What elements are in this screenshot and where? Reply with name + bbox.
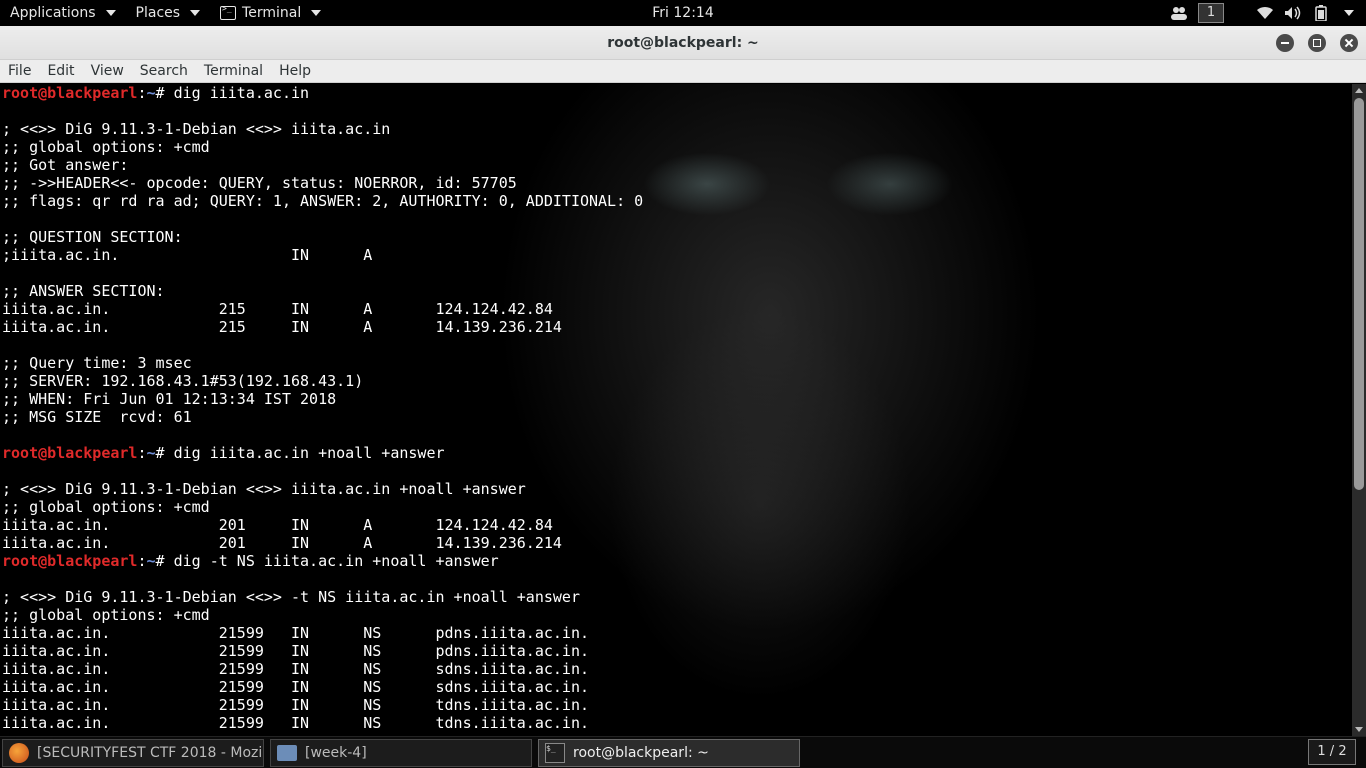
terminal-command-line: root@blackpearl:~# dig iiita.ac.in +noal… [2, 444, 643, 462]
task-label: root@blackpearl: ~ [573, 744, 709, 761]
terminal-output-line: iiita.ac.in. 21599 IN NS tdns.iiita.ac.i… [2, 696, 589, 714]
terminal-output-line: iiita.ac.in. 21599 IN NS pdns.iiita.ac.i… [2, 642, 589, 660]
terminal-output-line: iiita.ac.in. 215 IN A 124.124.42.84 [2, 300, 553, 318]
prompt-path: ~ [146, 552, 156, 570]
terminal-output-line: ;; flags: qr rd ra ad; QUERY: 1, ANSWER:… [2, 192, 644, 210]
scroll-down-icon[interactable] [1355, 727, 1363, 732]
terminal-output-line: iiita.ac.in. 21599 IN NS pdns.iiita.ac.i… [2, 624, 589, 642]
vertical-scrollbar[interactable] [1352, 84, 1366, 736]
terminal-output: root@blackpearl:~# dig iiita.ac.in; <<>>… [2, 84, 643, 732]
terminal-app-menu[interactable]: Terminal [210, 0, 331, 26]
task-label: [SECURITYFEST CTF 2018 - Mozill... [37, 744, 264, 761]
prompt-user: root@blackpearl [2, 552, 138, 570]
terminal-output-line: iiita.ac.in. 21599 IN NS tdns.iiita.ac.i… [2, 714, 589, 732]
terminal-output-line: ;; ->>HEADER<<- opcode: QUERY, status: N… [2, 174, 517, 192]
terminal-output-line: ; <<>> DiG 9.11.3-1-Debian <<>> iiita.ac… [2, 120, 391, 138]
scroll-up-icon[interactable] [1355, 88, 1363, 93]
top-panel: Applications Places Terminal Fri 12:14 1 [0, 0, 1366, 26]
terminal-output-line: ;; MSG SIZE rcvd: 61 [2, 408, 192, 426]
window-title: root@blackpearl: ~ [607, 35, 759, 51]
menu-terminal[interactable]: Terminal [196, 60, 271, 83]
prompt-separator: : [137, 444, 147, 462]
terminal-output-line: iiita.ac.in. 201 IN A 124.124.42.84 [2, 516, 553, 534]
terminal-output-line: ;; ANSWER SECTION: [2, 282, 165, 300]
menu-view[interactable]: View [83, 60, 132, 83]
places-label: Places [135, 5, 181, 21]
task-label: [week-4] [305, 744, 367, 761]
maximize-button[interactable] [1308, 34, 1326, 52]
task-terminal[interactable]: $_ root@blackpearl: ~ [538, 738, 800, 767]
terminal-output-line: iiita.ac.in. 21599 IN NS sdns.iiita.ac.i… [2, 678, 589, 696]
terminal-output-line: ;; Got answer: [2, 156, 129, 174]
prompt-user: root@blackpearl [2, 84, 138, 102]
terminal-output-line: ;; global options: +cmd [2, 138, 210, 156]
scrollbar-thumb[interactable] [1354, 98, 1364, 490]
firefox-icon [9, 742, 29, 763]
workspace-pager[interactable]: 1 / 2 [1308, 739, 1356, 765]
volume-icon[interactable] [1284, 4, 1302, 22]
terminal-view[interactable]: root@blackpearl:~# dig iiita.ac.in; <<>>… [0, 84, 1352, 736]
command-text: # dig iiita.ac.in +noall +answer [155, 444, 445, 462]
taskbar: [SECURITYFEST CTF 2018 - Mozill... [week… [0, 736, 1366, 768]
task-files[interactable]: [week-4] [270, 738, 532, 767]
minimize-button[interactable] [1276, 34, 1294, 52]
prompt-path: ~ [146, 444, 156, 462]
window-titlebar[interactable]: root@blackpearl: ~ [0, 26, 1366, 60]
terminal-output-line: iiita.ac.in. 215 IN A 14.139.236.214 [2, 318, 562, 336]
applications-label: Applications [10, 5, 96, 21]
prompt-separator: : [137, 552, 147, 570]
terminal-command-line: root@blackpearl:~# dig -t NS iiita.ac.in… [2, 552, 643, 570]
terminal-icon [220, 4, 237, 20]
applications-menu[interactable]: Applications [0, 0, 126, 26]
menu-help[interactable]: Help [271, 60, 319, 83]
chevron-down-icon[interactable] [1344, 10, 1354, 16]
chevron-down-icon [105, 10, 116, 16]
workspace-indicator[interactable]: 1 [1198, 3, 1224, 23]
terminal-output-line: iiita.ac.in. 21599 IN NS sdns.iiita.ac.i… [2, 660, 589, 678]
chevron-down-icon [190, 10, 201, 16]
system-tray[interactable]: 1 [1170, 0, 1354, 26]
people-icon[interactable] [1170, 4, 1188, 22]
menu-edit[interactable]: Edit [39, 60, 82, 83]
prompt-path: ~ [146, 84, 156, 102]
terminal-output-line: ;iiita.ac.in. IN A [2, 246, 373, 264]
terminal-output-line: ; <<>> DiG 9.11.3-1-Debian <<>> iiita.ac… [2, 480, 526, 498]
terminal-output-line: ; <<>> DiG 9.11.3-1-Debian <<>> -t NS ii… [2, 588, 580, 606]
prompt-user: root@blackpearl [2, 444, 138, 462]
wifi-icon[interactable] [1256, 4, 1274, 22]
terminal-command-line: root@blackpearl:~# dig iiita.ac.in [2, 84, 643, 102]
command-text: # dig -t NS iiita.ac.in +noall +answer [155, 552, 499, 570]
terminal-output-line: ;; SERVER: 192.168.43.1#53(192.168.43.1) [2, 372, 364, 390]
terminal-app-label: Terminal [242, 5, 302, 21]
terminal-icon: $_ [545, 742, 565, 763]
terminal-output-line: ;; global options: +cmd [2, 498, 210, 516]
menu-file[interactable]: File [0, 60, 39, 83]
task-firefox[interactable]: [SECURITYFEST CTF 2018 - Mozill... [2, 738, 264, 767]
terminal-output-line: ;; global options: +cmd [2, 606, 210, 624]
folder-icon [277, 744, 297, 761]
battery-icon[interactable] [1312, 4, 1330, 22]
prompt-separator: : [137, 84, 147, 102]
chevron-down-icon [311, 10, 322, 16]
command-text: # dig iiita.ac.in [155, 84, 310, 102]
close-button[interactable] [1340, 34, 1358, 52]
terminal-output-line: ;; QUESTION SECTION: [2, 228, 183, 246]
places-menu[interactable]: Places [126, 0, 211, 26]
terminal-output-line: ;; WHEN: Fri Jun 01 12:13:34 IST 2018 [2, 390, 337, 408]
menu-search[interactable]: Search [132, 60, 196, 83]
menubar: File Edit View Search Terminal Help [0, 60, 1366, 83]
terminal-output-line: ;; Query time: 3 msec [2, 354, 192, 372]
terminal-output-line: iiita.ac.in. 201 IN A 14.139.236.214 [2, 534, 562, 552]
